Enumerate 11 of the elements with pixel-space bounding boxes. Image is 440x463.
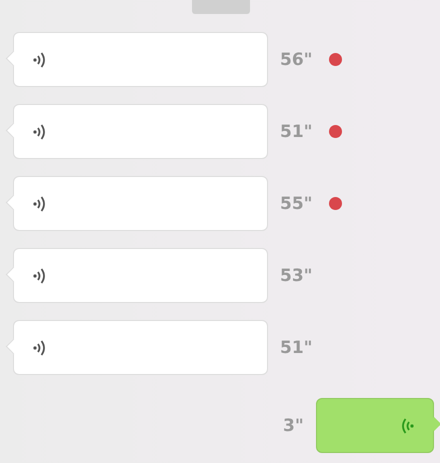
duration-label: 51": [280, 338, 313, 358]
sound-wave-icon: [32, 50, 48, 70]
sound-wave-icon: [32, 266, 48, 286]
sound-wave-icon: [32, 338, 48, 358]
duration-label: 51": [280, 122, 313, 142]
duration-label: 3": [283, 416, 304, 436]
duration-label: 55": [280, 194, 313, 214]
sound-wave-icon: [32, 194, 48, 214]
duration-label: 56": [280, 50, 313, 70]
sound-wave-icon: [32, 122, 48, 142]
duration-label: 53": [280, 266, 313, 286]
